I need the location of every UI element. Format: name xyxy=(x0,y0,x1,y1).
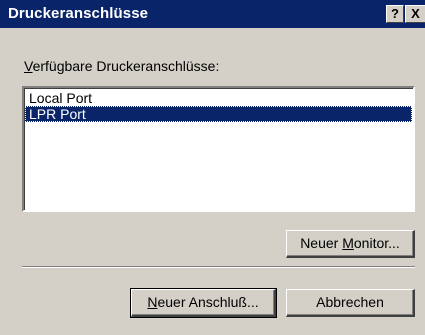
close-button[interactable]: X xyxy=(405,5,425,23)
list-item-label: LPR Port xyxy=(29,106,86,122)
available-ports-label: Verfügbare Druckeranschlüsse: xyxy=(24,58,220,74)
separator xyxy=(22,266,415,268)
new-monitor-button[interactable]: Neuer Monitor... xyxy=(286,230,415,258)
close-icon: X xyxy=(411,6,420,21)
list-item-lpr-port[interactable]: LPR Port xyxy=(25,106,412,122)
window-title: Druckeranschlüsse xyxy=(8,5,149,22)
new-port-button[interactable]: Neuer Anschluß... xyxy=(130,288,277,318)
list-item-label: Local Port xyxy=(29,90,93,106)
cancel-button[interactable]: Abbrechen xyxy=(286,289,415,317)
ports-listbox[interactable]: Local Port LPR Port xyxy=(22,86,415,212)
label-accelerator: V xyxy=(24,58,33,74)
title-bar: Druckeranschlüsse ? X xyxy=(0,0,425,28)
help-icon: ? xyxy=(391,6,399,21)
help-button[interactable]: ? xyxy=(386,5,404,23)
list-item-local-port[interactable]: Local Port xyxy=(25,90,412,106)
